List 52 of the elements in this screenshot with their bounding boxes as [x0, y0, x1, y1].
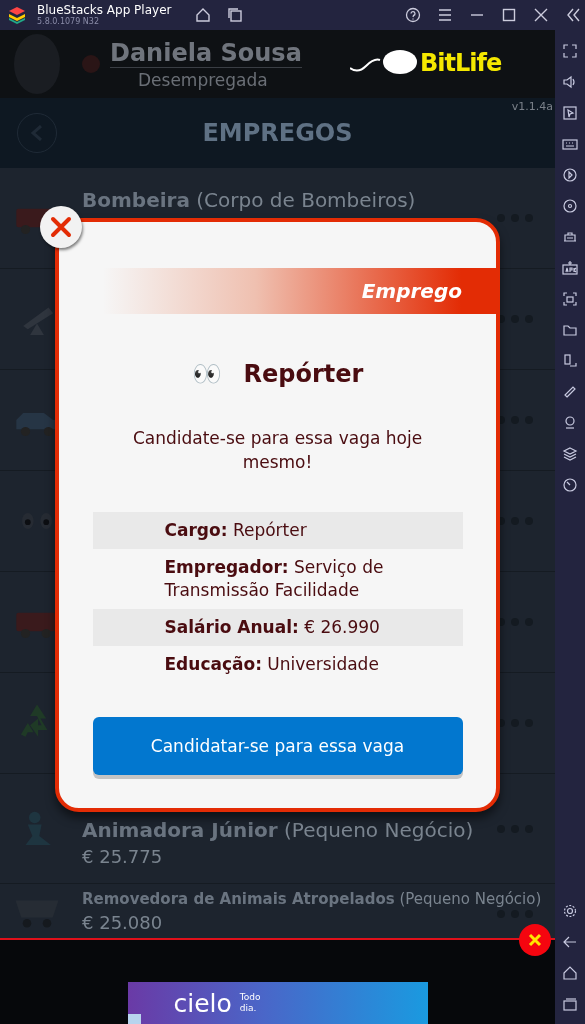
version-label: v1.1.4a — [511, 100, 553, 113]
ad-brand: cielo — [173, 988, 232, 1018]
close-icon[interactable] — [533, 7, 549, 23]
version-label: 5.8.0.1079 N32 — [37, 17, 100, 27]
home-icon[interactable] — [562, 965, 578, 981]
job-title: Bombeira — [82, 188, 190, 212]
screenshot-icon[interactable] — [562, 291, 578, 307]
layers-icon[interactable] — [562, 446, 578, 462]
detail-row: Salário Anual: € 26.990 — [92, 609, 463, 646]
apk-icon[interactable] — [562, 260, 578, 276]
recent-apps-icon[interactable] — [562, 996, 578, 1012]
job-status-label: Desempregada — [138, 69, 269, 90]
screen-title: EMPREGOS — [202, 119, 353, 147]
eyes-emoji: 👀 — [191, 360, 222, 388]
close-ad-button[interactable] — [519, 924, 551, 956]
app-logo-icon — [7, 5, 27, 25]
back-icon[interactable] — [562, 934, 578, 950]
salary-label: € 25.080 — [82, 912, 164, 933]
employer-label: (Corpo de Bombeiros) — [196, 188, 416, 212]
detail-row: Cargo: Repórter — [92, 512, 463, 549]
employer-label: (Pequeno Negócio) — [284, 818, 474, 842]
speed-icon[interactable] — [562, 477, 578, 493]
job-title: Animadora Júnior — [82, 818, 278, 842]
menu-icon[interactable] — [437, 7, 453, 23]
salary-label: € 25.775 — [82, 846, 164, 867]
folder-icon[interactable] — [562, 322, 578, 338]
status-dot — [82, 55, 100, 73]
multi-window-icon[interactable] — [227, 7, 243, 23]
devices-icon[interactable] — [562, 353, 578, 369]
employer-label: (Pequeno Negócio) — [399, 890, 542, 908]
cursor-icon[interactable] — [562, 105, 578, 121]
close-icon — [528, 933, 542, 947]
ad-choices-icon[interactable] — [127, 1014, 141, 1024]
maximize-icon[interactable] — [501, 7, 517, 23]
fullscreen-icon[interactable] — [562, 43, 578, 59]
detail-row-text: Educação: Universidade — [163, 653, 380, 676]
macro-icon[interactable] — [562, 167, 578, 183]
settings-icon[interactable] — [562, 903, 578, 919]
collapse-icon[interactable] — [565, 7, 581, 23]
logo-text: BitLife — [420, 49, 502, 77]
character-name[interactable]: Daniela Sousa — [110, 38, 302, 68]
dialog-title: Repórter — [243, 360, 364, 388]
ad-tagline: Todo dia. — [239, 992, 262, 1014]
job-title: Removedora de Animais Atropelados — [82, 890, 395, 908]
detail-row-text: Empregador: Serviço de Transmissão Facilidade — [163, 556, 385, 602]
dialog-description: Candidate-se para essa vaga hoje mesmo! — [131, 427, 424, 474]
close-icon — [50, 216, 72, 238]
keyboard-icon[interactable] — [562, 136, 578, 152]
window-title: BlueStacks App Player — [37, 3, 173, 17]
volume-icon[interactable] — [562, 74, 578, 90]
home-icon[interactable] — [195, 7, 211, 23]
help-icon[interactable] — [405, 7, 421, 23]
